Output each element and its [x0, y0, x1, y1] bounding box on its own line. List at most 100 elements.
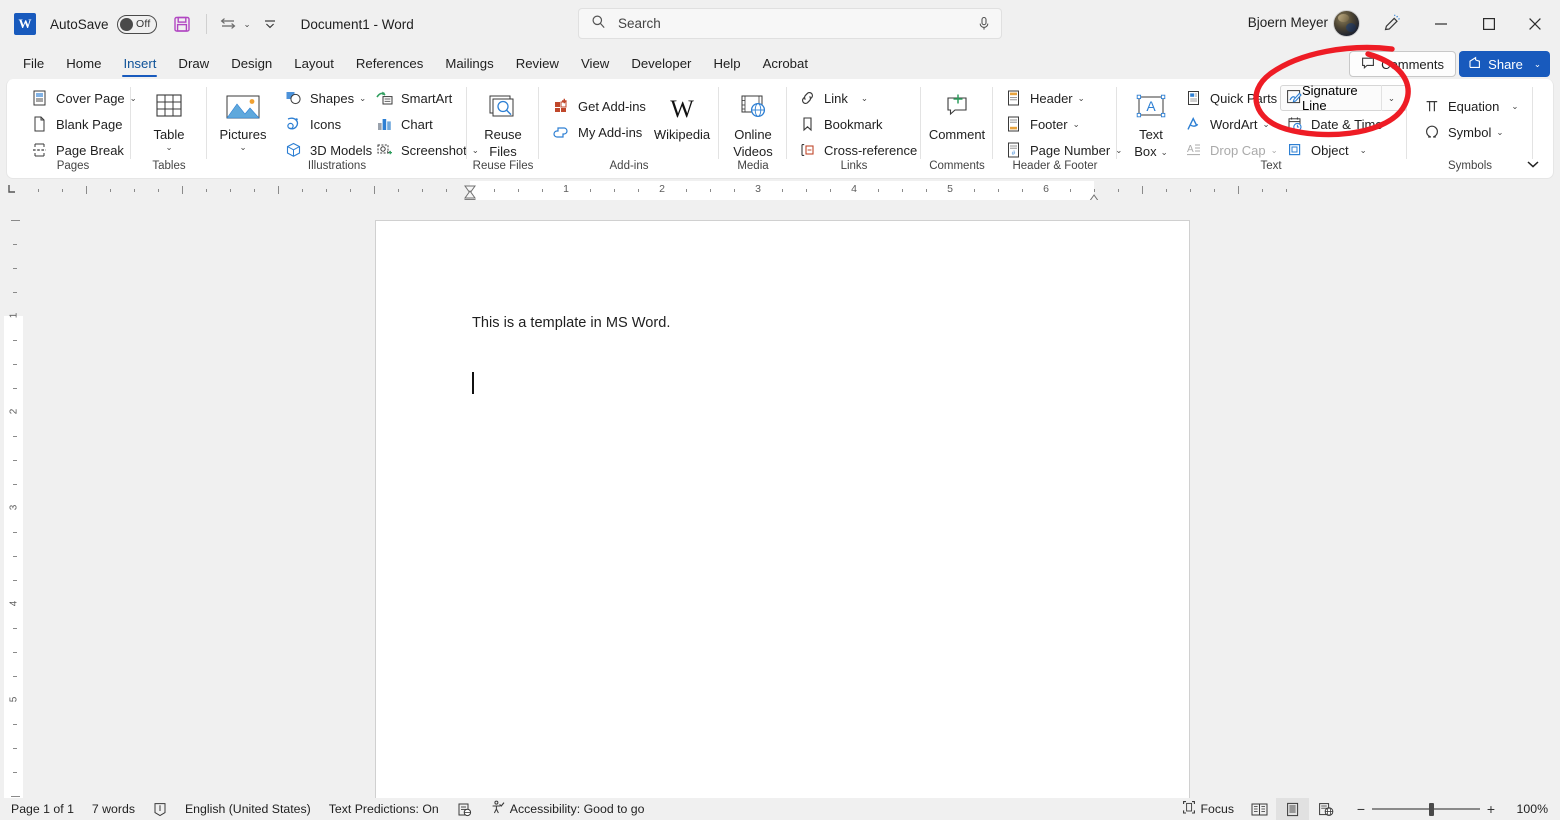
ribbon-item-footer[interactable]: Footer ⌄: [999, 111, 1127, 137]
tab-draw[interactable]: Draw: [167, 48, 220, 79]
tab-references[interactable]: References: [345, 48, 434, 79]
undo-icon[interactable]: [216, 11, 242, 37]
zoom-slider-track: [1372, 808, 1480, 810]
ribbon-item-wordart[interactable]: WordArt ⌄: [1179, 111, 1294, 137]
share-button[interactable]: Share ⌄: [1459, 51, 1550, 77]
chevron-down-icon[interactable]: ⌄: [239, 142, 246, 152]
chevron-down-icon[interactable]: ⌄: [1496, 127, 1503, 138]
chevron-down-icon[interactable]: ⌄: [861, 93, 868, 104]
date-time-icon: [1285, 115, 1304, 133]
text-predictions-label[interactable]: Text Predictions: On: [320, 798, 448, 820]
print-layout-icon[interactable]: [1276, 798, 1309, 820]
ribbon-item-link[interactable]: Link ⌄: [793, 85, 922, 111]
editor-icon[interactable]: [448, 798, 481, 820]
zoom-in-button[interactable]: +: [1480, 801, 1502, 817]
ribbon-group-tables: Table ⌄ Tables: [131, 79, 207, 177]
ruler-tick: [38, 189, 39, 192]
ribbon-item-date-time[interactable]: Date & Time: [1280, 111, 1388, 137]
page-count-label[interactable]: Page 1 of 1: [2, 798, 83, 820]
zoom-control[interactable]: − + 100%: [1350, 801, 1560, 817]
zoom-slider[interactable]: [1372, 802, 1480, 816]
ribbon-item-signature-line[interactable]: Signature Line ⌄: [1280, 83, 1407, 113]
read-mode-icon[interactable]: [1243, 798, 1276, 820]
wordart-icon: [1184, 115, 1203, 133]
accessibility-status[interactable]: Accessibility: Good to go: [481, 798, 654, 820]
tab-file[interactable]: File: [12, 48, 55, 79]
document-body-text[interactable]: This is a template in MS Word.: [472, 315, 670, 331]
ribbon-item-quick-parts[interactable]: Quick Parts ⌄: [1179, 85, 1294, 111]
ribbon-item-blank-page[interactable]: Blank Page: [25, 111, 142, 137]
ruler-tick: [446, 189, 447, 192]
ribbon-item-online-videos[interactable]: Online Videos: [725, 85, 781, 159]
tab-home[interactable]: Home: [55, 48, 112, 79]
ribbon-item-table[interactable]: Table ⌄: [143, 85, 195, 152]
search-input[interactable]: Search: [578, 8, 1002, 39]
ruler-tick: [1022, 189, 1023, 192]
word-count-label[interactable]: 7 words: [83, 798, 144, 820]
ruler-tick: [494, 189, 495, 192]
maximize-icon[interactable]: [1466, 0, 1512, 48]
tab-developer[interactable]: Developer: [620, 48, 702, 79]
comments-button[interactable]: Comments: [1349, 51, 1456, 77]
proofing-errors-icon[interactable]: [144, 798, 176, 820]
chevron-down-icon[interactable]: ⌄: [1073, 119, 1080, 130]
chevron-down-icon[interactable]: ⌄: [1388, 93, 1395, 104]
zoom-slider-thumb[interactable]: [1429, 802, 1434, 816]
chevron-down-icon[interactable]: ⌄: [1161, 147, 1168, 157]
ribbon-item-text-box[interactable]: A Text Box ⌄: [1125, 85, 1177, 159]
tab-insert[interactable]: Insert: [112, 48, 167, 79]
focus-button[interactable]: Focus: [1173, 798, 1244, 820]
tab-view[interactable]: View: [570, 48, 620, 79]
first-line-indent-marker[interactable]: [463, 181, 477, 194]
ribbon-item-cover-page[interactable]: Cover Page ⌄: [25, 85, 142, 111]
right-indent-marker[interactable]: [1087, 190, 1101, 203]
ruler-tick: [974, 189, 975, 192]
chevron-down-icon[interactable]: ⌄: [165, 142, 172, 152]
zoom-out-button[interactable]: −: [1350, 801, 1372, 817]
signature-line-dropdown[interactable]: ⌄: [1380, 85, 1401, 111]
chevron-down-icon[interactable]: ⌄: [1511, 101, 1518, 112]
ribbon-item-symbol[interactable]: Symbol ⌄: [1417, 119, 1523, 145]
ribbon-collapse-chevron-down-icon[interactable]: [1525, 159, 1541, 172]
ribbon-item-label: 3D Models: [310, 142, 373, 158]
customize-quick-access-icon[interactable]: [257, 11, 283, 37]
tab-review[interactable]: Review: [505, 48, 570, 79]
ribbon-item-pictures[interactable]: Pictures ⌄: [213, 85, 273, 152]
tab-design[interactable]: Design: [220, 48, 283, 79]
close-icon[interactable]: [1512, 0, 1558, 48]
ribbon-item-bookmark[interactable]: Bookmark: [793, 111, 922, 137]
zoom-level-label[interactable]: 100%: [1502, 802, 1548, 816]
vertical-ruler[interactable]: 1 2 3 4 5: [4, 200, 23, 798]
microphone-icon[interactable]: [977, 15, 991, 38]
chevron-down-icon[interactable]: ⌄: [1078, 93, 1085, 104]
ribbon-item-header[interactable]: Header ⌄: [999, 85, 1127, 111]
tab-stop-left-icon[interactable]: [6, 183, 18, 198]
undo-chevron-down-icon[interactable]: ⌄: [244, 19, 251, 30]
pen-icon[interactable]: [1368, 0, 1414, 48]
avatar[interactable]: [1333, 10, 1360, 37]
chevron-down-icon[interactable]: ⌄: [1360, 145, 1367, 156]
chevron-down-icon[interactable]: ⌄: [1271, 145, 1278, 156]
minimize-icon[interactable]: [1418, 0, 1464, 48]
ribbon-item-equation[interactable]: Equation ⌄: [1417, 93, 1523, 119]
ribbon-item-reuse-files[interactable]: Reuse Files: [475, 85, 531, 159]
web-layout-icon[interactable]: [1309, 798, 1342, 820]
horizontal-ruler[interactable]: 1 2 3 4 5 6: [24, 181, 1540, 200]
tab-help[interactable]: Help: [702, 48, 751, 79]
ribbon-item-label: Chart: [401, 116, 433, 132]
ruler-number: 5: [947, 183, 953, 195]
document-canvas[interactable]: This is a template in MS Word.: [24, 200, 1560, 798]
save-icon[interactable]: [169, 11, 195, 37]
language-label[interactable]: English (United States): [176, 798, 320, 820]
tab-acrobat[interactable]: Acrobat: [752, 48, 819, 79]
tab-layout[interactable]: Layout: [283, 48, 345, 79]
chevron-down-icon[interactable]: ⌄: [1262, 119, 1269, 130]
tab-mailings[interactable]: Mailings: [434, 48, 504, 79]
chevron-down-icon[interactable]: ⌄: [359, 93, 366, 104]
document-page[interactable]: This is a template in MS Word.: [375, 220, 1190, 798]
ruler-tick: [13, 676, 17, 677]
share-chevron-down-icon[interactable]: ⌄: [1534, 59, 1541, 70]
autosave-toggle[interactable]: Off: [116, 14, 157, 34]
ribbon-item-new-comment[interactable]: Comment: [924, 85, 990, 142]
ribbon-item-wikipedia[interactable]: W Wikipedia: [649, 85, 715, 142]
